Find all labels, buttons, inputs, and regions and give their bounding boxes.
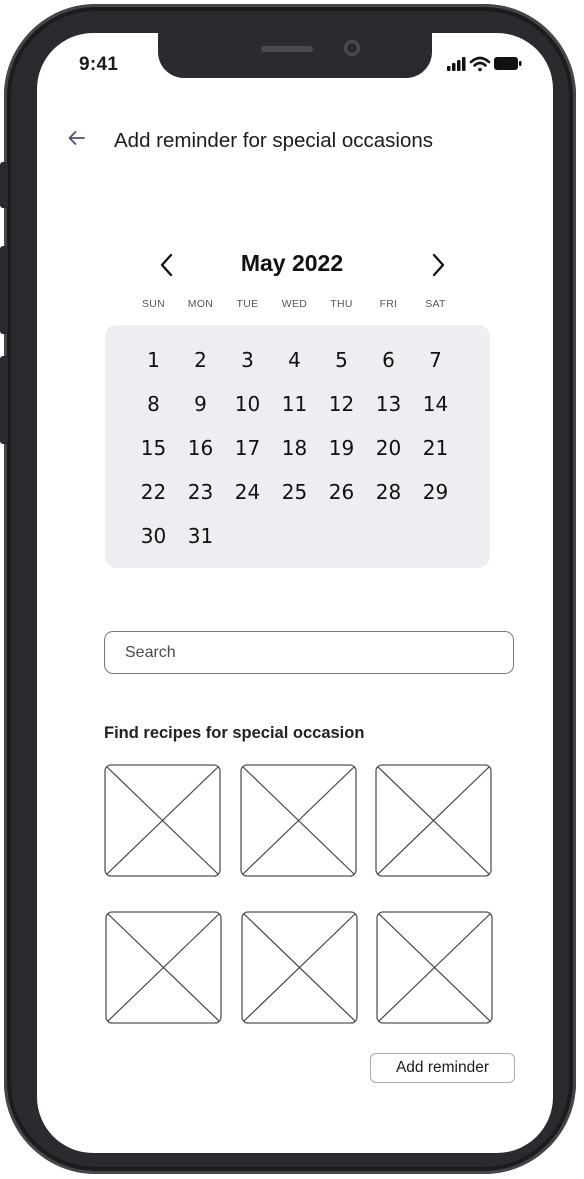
calendar-day[interactable]: 20 <box>365 433 412 463</box>
calendar-day[interactable]: 25 <box>271 477 318 507</box>
calendar-day[interactable]: 10 <box>224 389 271 419</box>
wifi-icon <box>469 56 491 72</box>
recipe-image-placeholder[interactable] <box>375 764 492 877</box>
screen: 9:41 Add reminder for special occasions … <box>37 33 553 1153</box>
calendar-day[interactable]: 3 <box>224 345 271 375</box>
calendar-day[interactable]: 19 <box>318 433 365 463</box>
silent-switch <box>0 162 8 208</box>
notch <box>158 33 432 78</box>
speaker-grille <box>261 46 313 52</box>
calendar-day[interactable]: 13 <box>365 389 412 419</box>
add-reminder-button[interactable]: Add reminder <box>370 1053 515 1083</box>
recipe-image-placeholder[interactable] <box>376 911 493 1024</box>
search-input[interactable] <box>125 632 495 673</box>
image-placeholder-icon <box>375 764 492 877</box>
image-placeholder-icon <box>104 764 221 877</box>
volume-down-button <box>0 356 8 444</box>
page-title: Add reminder for special occasions <box>114 129 434 152</box>
calendar-day[interactable]: 31 <box>177 521 224 551</box>
recipe-image-placeholder[interactable] <box>241 911 358 1024</box>
recipes-section-title: Find recipes for special occasion <box>104 724 365 742</box>
calendar-day[interactable]: 9 <box>177 389 224 419</box>
weekday-label: SAT <box>425 298 446 310</box>
weekday-label: FRI <box>379 298 398 310</box>
arrow-left-icon <box>68 131 85 145</box>
image-placeholder-icon <box>241 911 358 1024</box>
calendar-day[interactable]: 12 <box>318 389 365 419</box>
calendar-day[interactable]: 24 <box>224 477 271 507</box>
back-button[interactable] <box>63 126 93 152</box>
chevron-right-icon <box>432 253 445 277</box>
weekday-label: THU <box>330 298 353 310</box>
calendar-day[interactable]: 29 <box>412 477 459 507</box>
calendar-day[interactable]: 1 <box>130 345 177 375</box>
prev-month-button[interactable] <box>153 249 181 281</box>
battery-icon <box>494 57 522 70</box>
calendar-day[interactable]: 17 <box>224 433 271 463</box>
image-placeholder-icon <box>105 911 222 1024</box>
status-time: 9:41 <box>79 54 119 75</box>
calendar-day[interactable]: 21 <box>412 433 459 463</box>
calendar-day[interactable]: 6 <box>365 345 412 375</box>
front-camera <box>344 40 360 56</box>
image-placeholder-icon <box>240 764 357 877</box>
weekday-label: MON <box>187 298 214 310</box>
calendar-day[interactable]: 5 <box>318 345 365 375</box>
calendar-day[interactable]: 11 <box>271 389 318 419</box>
calendar-day[interactable]: 4 <box>271 345 318 375</box>
image-placeholder-icon <box>376 911 493 1024</box>
calendar-day[interactable]: 14 <box>412 389 459 419</box>
calendar-day[interactable]: 8 <box>130 389 177 419</box>
weekday-label: SUN <box>141 298 166 310</box>
next-month-button[interactable] <box>424 249 452 281</box>
calendar-month-label: May 2022 <box>240 250 344 276</box>
recipe-image-placeholder[interactable] <box>104 764 221 877</box>
recipe-image-placeholder[interactable] <box>105 911 222 1024</box>
weekday-label: TUE <box>236 298 259 310</box>
signal-icon <box>447 57 466 71</box>
search-box[interactable] <box>104 631 514 674</box>
status-icons <box>445 53 525 75</box>
calendar-day[interactable]: 28 <box>365 477 412 507</box>
calendar-day[interactable]: 15 <box>130 433 177 463</box>
calendar-grid: 1 2 3 4 5 6 7 8 9 10 11 12 13 14 15 16 1… <box>105 325 490 568</box>
calendar-day[interactable]: 30 <box>130 521 177 551</box>
chevron-left-icon <box>160 253 173 277</box>
weekday-header: SUN MON TUE WED THU FRI SAT <box>130 298 459 314</box>
weekday-label: WED <box>281 298 308 310</box>
calendar-day[interactable]: 2 <box>177 345 224 375</box>
calendar-day[interactable]: 16 <box>177 433 224 463</box>
calendar-day[interactable]: 18 <box>271 433 318 463</box>
calendar-day[interactable]: 26 <box>318 477 365 507</box>
calendar-day[interactable]: 22 <box>130 477 177 507</box>
calendar-day[interactable]: 7 <box>412 345 459 375</box>
calendar-day[interactable]: 23 <box>177 477 224 507</box>
recipe-image-placeholder[interactable] <box>240 764 357 877</box>
volume-up-button <box>0 246 8 334</box>
